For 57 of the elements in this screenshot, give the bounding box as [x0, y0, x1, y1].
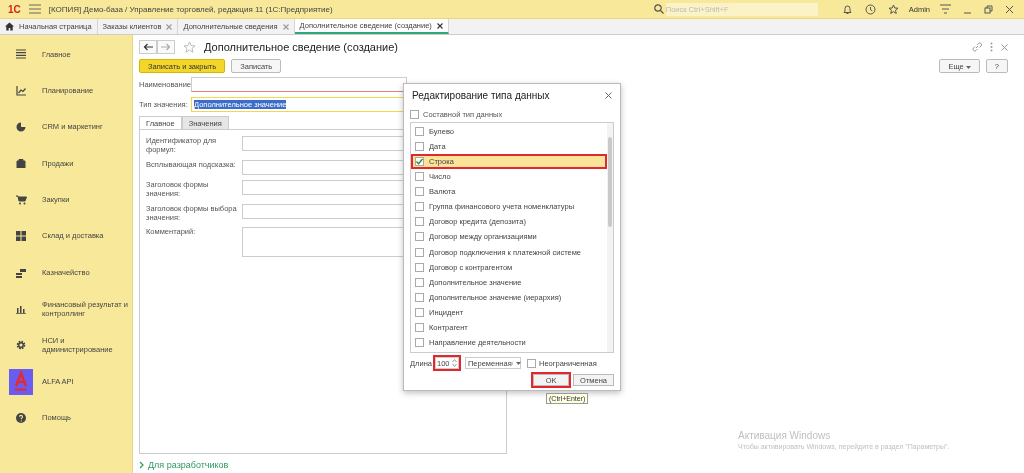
home-icon: [5, 22, 14, 31]
checkbox[interactable]: [415, 126, 424, 136]
bell-icon[interactable]: [841, 3, 853, 15]
checkbox[interactable]: [415, 141, 424, 151]
help-icon: [16, 413, 26, 424]
arrow-left-icon: [143, 43, 153, 51]
close-icon[interactable]: [436, 22, 443, 29]
menu-icon: [16, 49, 26, 60]
pie-chart-icon: [16, 121, 26, 132]
history-icon[interactable]: [864, 3, 876, 15]
form-title: Дополнительное сведение (создание): [204, 41, 398, 53]
checkbox[interactable]: [410, 110, 419, 120]
link-icon[interactable]: [972, 42, 982, 52]
settings-menu-icon[interactable]: [940, 4, 951, 14]
checkbox[interactable]: [415, 323, 424, 333]
scrollbar[interactable]: [607, 122, 613, 352]
chevron-icon: [139, 461, 144, 469]
checkbox[interactable]: [415, 172, 424, 182]
back-button[interactable]: [139, 40, 157, 54]
app-logo: 1С: [8, 3, 21, 15]
star-icon[interactable]: [887, 3, 899, 15]
checkbox[interactable]: [415, 307, 424, 317]
caret-icon: [515, 361, 521, 365]
activation-title: Активация Windows: [738, 430, 832, 441]
bar-chart-icon: [16, 303, 26, 314]
more-icon[interactable]: [990, 42, 993, 52]
input-field[interactable]: [191, 76, 407, 92]
arrow-right-icon: [161, 43, 171, 51]
chart-icon: [16, 85, 26, 96]
dialog-title: Редактирование типа данных: [412, 90, 550, 102]
bag-icon: [16, 158, 26, 169]
checkbox[interactable]: [415, 187, 424, 197]
developer-link[interactable]: Для разработчиков: [139, 460, 1016, 470]
checkbox[interactable]: [415, 217, 424, 227]
checkbox[interactable]: [526, 358, 536, 368]
checkbox[interactable]: [415, 202, 424, 212]
search-icon: [653, 4, 664, 14]
close-icon[interactable]: [605, 92, 612, 100]
checkbox[interactable]: [415, 157, 424, 166]
checkbox[interactable]: [415, 292, 424, 302]
checkbox[interactable]: [415, 232, 424, 242]
checkbox[interactable]: [415, 338, 424, 348]
grid-icon: [16, 231, 26, 242]
checkbox[interactable]: [415, 277, 424, 287]
caret-icon: [965, 65, 971, 69]
gear-icon: [16, 340, 26, 351]
menu-icon[interactable]: [28, 4, 41, 14]
restore-icon[interactable]: [984, 4, 993, 14]
star-icon[interactable]: [183, 40, 196, 54]
cart-icon: [15, 194, 27, 205]
coins-icon: [16, 267, 26, 278]
spin-icon: [451, 358, 457, 368]
close-icon[interactable]: [1005, 4, 1014, 14]
checkbox[interactable]: [415, 262, 424, 272]
window-title: [КОПИЯ] Демо-база / Управление торговлей, редакция 11 (1С:Предприятие): [48, 4, 333, 14]
letter-a-logo-icon: [9, 368, 33, 395]
checkbox[interactable]: [415, 247, 424, 257]
